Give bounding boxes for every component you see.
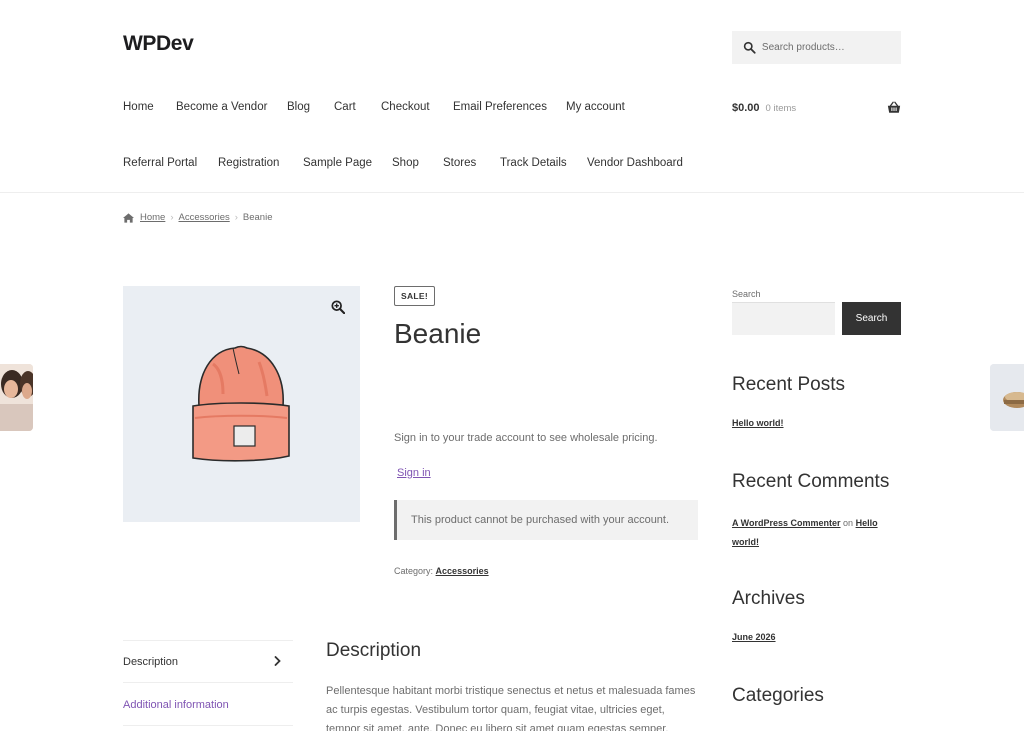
notice-text: This product cannot be purchased with yo…: [411, 514, 670, 526]
nav-referral-portal[interactable]: Referral Portal: [123, 157, 197, 169]
breadcrumb-home[interactable]: Home: [140, 212, 165, 223]
right-floating-product-thumbnail[interactable]: [990, 364, 1024, 431]
nav-vendor-dashboard[interactable]: Vendor Dashboard: [587, 157, 683, 169]
sale-badge: SALE!: [394, 286, 435, 306]
breadcrumb: Home › Accessories › Beanie: [123, 212, 273, 223]
home-icon: [123, 212, 134, 223]
tab-description[interactable]: Description: [123, 641, 293, 683]
nav-checkout[interactable]: Checkout: [381, 101, 430, 113]
cart-amount: $0.00: [732, 102, 760, 114]
archive-link[interactable]: June 2026: [732, 632, 776, 642]
sign-in-link[interactable]: Sign in: [397, 467, 431, 479]
portrait-thumbnail-image: [0, 364, 33, 431]
nav-registration[interactable]: Registration: [218, 157, 279, 169]
categories-heading: Categories: [732, 685, 824, 706]
comment-author-link[interactable]: A WordPress Commenter: [732, 518, 841, 528]
chevron-right-icon: [274, 656, 281, 666]
left-floating-product-thumbnail[interactable]: [0, 364, 33, 431]
recent-post-link[interactable]: Hello world!: [732, 418, 784, 428]
product-image[interactable]: [123, 286, 360, 522]
nav-email-preferences[interactable]: Email Preferences: [453, 101, 547, 113]
category-link[interactable]: Accessories: [436, 566, 489, 576]
nav-home[interactable]: Home: [123, 101, 154, 113]
product-category: Category: Accessories: [394, 566, 489, 576]
nav-become-a-vendor[interactable]: Become a Vendor: [176, 101, 267, 113]
tab-additional-information-label: Additional information: [123, 698, 229, 711]
category-label: Category:: [394, 566, 434, 576]
description-body: Pellentesque habitant morbi tristique se…: [326, 685, 696, 731]
nav-sample-page[interactable]: Sample Page: [303, 157, 372, 169]
site-title[interactable]: WPDev: [123, 32, 194, 56]
breadcrumb-current: Beanie: [242, 212, 273, 223]
beanie-illustration: [192, 345, 290, 462]
header-divider: [0, 192, 1024, 193]
breadcrumb-separator: ›: [234, 212, 238, 223]
comment-on-text: on: [843, 518, 854, 528]
search-icon: [743, 41, 756, 54]
belt-thumbnail-image: [990, 364, 1024, 431]
recent-comment-item: A WordPress Commenter on Hello world!: [732, 514, 904, 552]
widget-search-button[interactable]: Search: [842, 302, 901, 335]
recent-posts-heading: Recent Posts: [732, 374, 845, 395]
nav-blog[interactable]: Blog: [287, 101, 310, 113]
tab-additional-information[interactable]: Additional information: [123, 684, 293, 726]
purchase-restriction-notice: This product cannot be purchased with yo…: [394, 500, 698, 540]
nav-stores[interactable]: Stores: [443, 157, 476, 169]
breadcrumb-accessories[interactable]: Accessories: [179, 212, 230, 223]
nav-my-account[interactable]: My account: [566, 101, 625, 113]
nav-cart[interactable]: Cart: [334, 101, 356, 113]
nav-track-details[interactable]: Track Details: [500, 157, 567, 169]
widget-search-input[interactable]: [732, 302, 835, 335]
recent-comments-heading: Recent Comments: [732, 471, 890, 492]
description-heading: Description: [326, 640, 422, 661]
wholesale-pricing-text: Sign in to your trade account to see who…: [394, 432, 658, 444]
header-search[interactable]: [732, 31, 901, 64]
cart-item-count: 0 items: [765, 102, 797, 114]
basket-icon[interactable]: [887, 101, 901, 114]
archives-heading: Archives: [732, 588, 805, 609]
zoom-icon[interactable]: [331, 300, 345, 314]
nav-shop[interactable]: Shop: [392, 157, 419, 169]
search-products-input[interactable]: [761, 42, 901, 53]
tab-description-label: Description: [123, 655, 179, 668]
widget-search-label: Search: [732, 289, 761, 299]
breadcrumb-separator: ›: [170, 212, 174, 223]
product-title: Beanie: [394, 318, 482, 349]
header-cart[interactable]: $0.00 0 items: [732, 100, 901, 116]
